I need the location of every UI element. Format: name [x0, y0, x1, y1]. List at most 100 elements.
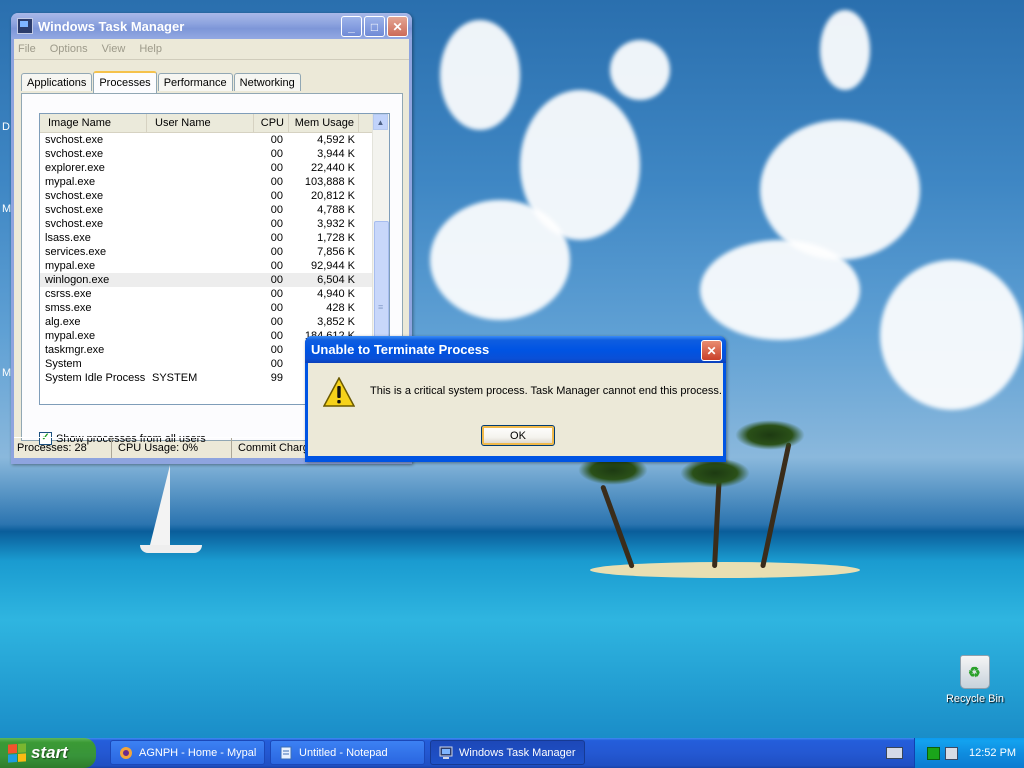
process-cell-mem: 20,812 K [310, 190, 355, 202]
taskbar-button-label: AGNPH - Home - Mypal [139, 746, 257, 759]
process-cell-name: explorer.exe [45, 162, 105, 174]
process-cell-name: mypal.exe [45, 176, 96, 188]
dialog-close-button[interactable]: ✕ [701, 340, 722, 361]
maximize-button[interactable]: □ [364, 16, 385, 37]
task-manager-titlebar[interactable]: Windows Task Manager _ □ ✕ [11, 13, 412, 39]
process-row[interactable]: svchost.exe 00 3,932 K [40, 217, 389, 231]
process-cell-name: mypal.exe [45, 330, 96, 342]
process-row[interactable]: svchost.exe 00 3,944 K [40, 147, 389, 161]
menu-bar: File Options View Help [14, 39, 409, 60]
process-cell-name: System Idle Process [45, 372, 146, 384]
desktop-icon-label-fragment[interactable]: M [2, 203, 11, 215]
tab-performance[interactable]: Performance [157, 73, 233, 91]
tab-strip: Applications Processes Performance Netwo… [21, 71, 302, 93]
process-row[interactable]: mypal.exe 00 103,888 K [40, 175, 389, 189]
process-cell-name: services.exe [45, 246, 107, 258]
menu-view[interactable]: View [102, 43, 126, 55]
cloud [700, 240, 860, 340]
tab-networking[interactable]: Networking [233, 73, 301, 91]
process-cell-name: lsass.exe [45, 232, 91, 244]
process-row[interactable]: explorer.exe 00 22,440 K [40, 161, 389, 175]
cloud [610, 40, 670, 100]
process-cell-cpu: 00 [270, 344, 283, 356]
cloud [820, 10, 870, 90]
mypal-icon [120, 746, 132, 759]
taskbar-button-mypal[interactable]: AGNPH - Home - Mypal [110, 740, 265, 765]
process-row[interactable]: svchost.exe 00 4,592 K [40, 133, 389, 147]
process-row[interactable]: smss.exe 00 428 K [40, 301, 389, 315]
sailboat [150, 465, 170, 545]
recycle-bin-icon: ♻ [960, 655, 990, 689]
tray-green-icon[interactable] [927, 746, 940, 760]
network-icon[interactable] [945, 746, 958, 760]
process-cell-mem: 1,728 K [317, 232, 355, 244]
dialog-titlebar[interactable]: Unable to Terminate Process ✕ [305, 336, 726, 363]
clock[interactable]: 12:52 PM [969, 747, 1016, 759]
process-cell-cpu: 99 [270, 372, 283, 384]
process-cell-name: System [45, 358, 82, 370]
process-cell-mem: 7,856 K [317, 246, 355, 258]
process-cell-cpu: 00 [270, 316, 283, 328]
minimize-button[interactable]: _ [341, 16, 362, 37]
process-cell-name: winlogon.exe [45, 274, 110, 286]
start-button[interactable]: start [0, 738, 96, 768]
column-mem-usage[interactable]: Mem Usage [289, 114, 359, 132]
process-row[interactable]: csrss.exe 00 4,940 K [40, 287, 389, 301]
menu-file[interactable]: File [18, 43, 36, 55]
process-cell-cpu: 00 [270, 302, 283, 314]
process-cell-name: svchost.exe [45, 190, 104, 202]
process-cell-name: taskmgr.exe [45, 344, 105, 356]
process-cell-name: mypal.exe [45, 260, 96, 272]
column-user-name[interactable]: User Name [147, 114, 254, 132]
process-cell-cpu: 00 [270, 288, 283, 300]
process-row[interactable]: mypal.exe 00 92,944 K [40, 259, 389, 273]
sailboat-hull [140, 545, 202, 553]
cloud [760, 120, 920, 260]
process-row[interactable]: lsass.exe 00 1,728 K [40, 231, 389, 245]
recycle-bin[interactable]: ♻ Recycle Bin [940, 655, 1010, 705]
process-cell-cpu: 00 [270, 190, 283, 202]
process-row[interactable]: alg.exe 00 3,852 K [40, 315, 389, 329]
scroll-up-arrow-icon[interactable]: ▲ [373, 114, 388, 130]
taskmgr-icon [17, 18, 33, 34]
menu-help[interactable]: Help [139, 43, 162, 55]
process-row[interactable]: services.exe 00 7,856 K [40, 245, 389, 259]
cloud [440, 20, 520, 130]
process-cell-mem: 3,944 K [317, 148, 355, 160]
process-row[interactable]: svchost.exe 00 20,812 K [40, 189, 389, 203]
desktop-icon-label-fragment[interactable]: D [2, 121, 10, 133]
menu-options[interactable]: Options [50, 43, 88, 55]
desktop-icon-label-fragment[interactable]: M [2, 367, 11, 379]
cloud [430, 200, 570, 320]
process-row[interactable]: svchost.exe 00 4,788 K [40, 203, 389, 217]
ok-button[interactable]: OK [481, 425, 555, 446]
taskbar-button-notepad[interactable]: Untitled - Notepad [270, 740, 425, 765]
process-cell-mem: 92,944 K [310, 260, 355, 272]
process-cell-cpu: 00 [270, 204, 283, 216]
tab-processes[interactable]: Processes [93, 71, 157, 93]
notepad-icon [280, 746, 292, 759]
process-cell-mem: 3,852 K [317, 316, 355, 328]
process-cell-cpu: 00 [270, 274, 283, 286]
palm-tree [760, 442, 792, 569]
taskbar-button-task-manager[interactable]: Windows Task Manager [430, 740, 585, 765]
process-cell-cpu: 00 [270, 134, 283, 146]
palm-leaves [680, 458, 750, 488]
dialog-message: This is a critical system process. Task … [370, 385, 722, 397]
process-cell-cpu: 00 [270, 218, 283, 230]
column-image-name[interactable]: Image Name [40, 114, 147, 132]
process-list-header: Image Name User Name CPU Mem Usage [40, 114, 389, 133]
taskmgr-icon [439, 746, 453, 759]
process-cell-mem: 4,788 K [317, 204, 355, 216]
windows-logo-icon [8, 743, 26, 763]
close-button[interactable]: ✕ [387, 16, 408, 37]
process-cell-cpu: 00 [270, 162, 283, 174]
taskbar-button-label: Windows Task Manager [459, 746, 576, 759]
tab-applications[interactable]: Applications [21, 73, 93, 91]
keyboard-icon[interactable] [886, 747, 903, 759]
palm-tree [712, 474, 722, 569]
column-cpu[interactable]: CPU [254, 114, 289, 132]
process-cell-mem: 103,888 K [304, 176, 355, 188]
process-row[interactable]: winlogon.exe 00 6,504 K [40, 273, 389, 287]
cloud [880, 260, 1024, 410]
